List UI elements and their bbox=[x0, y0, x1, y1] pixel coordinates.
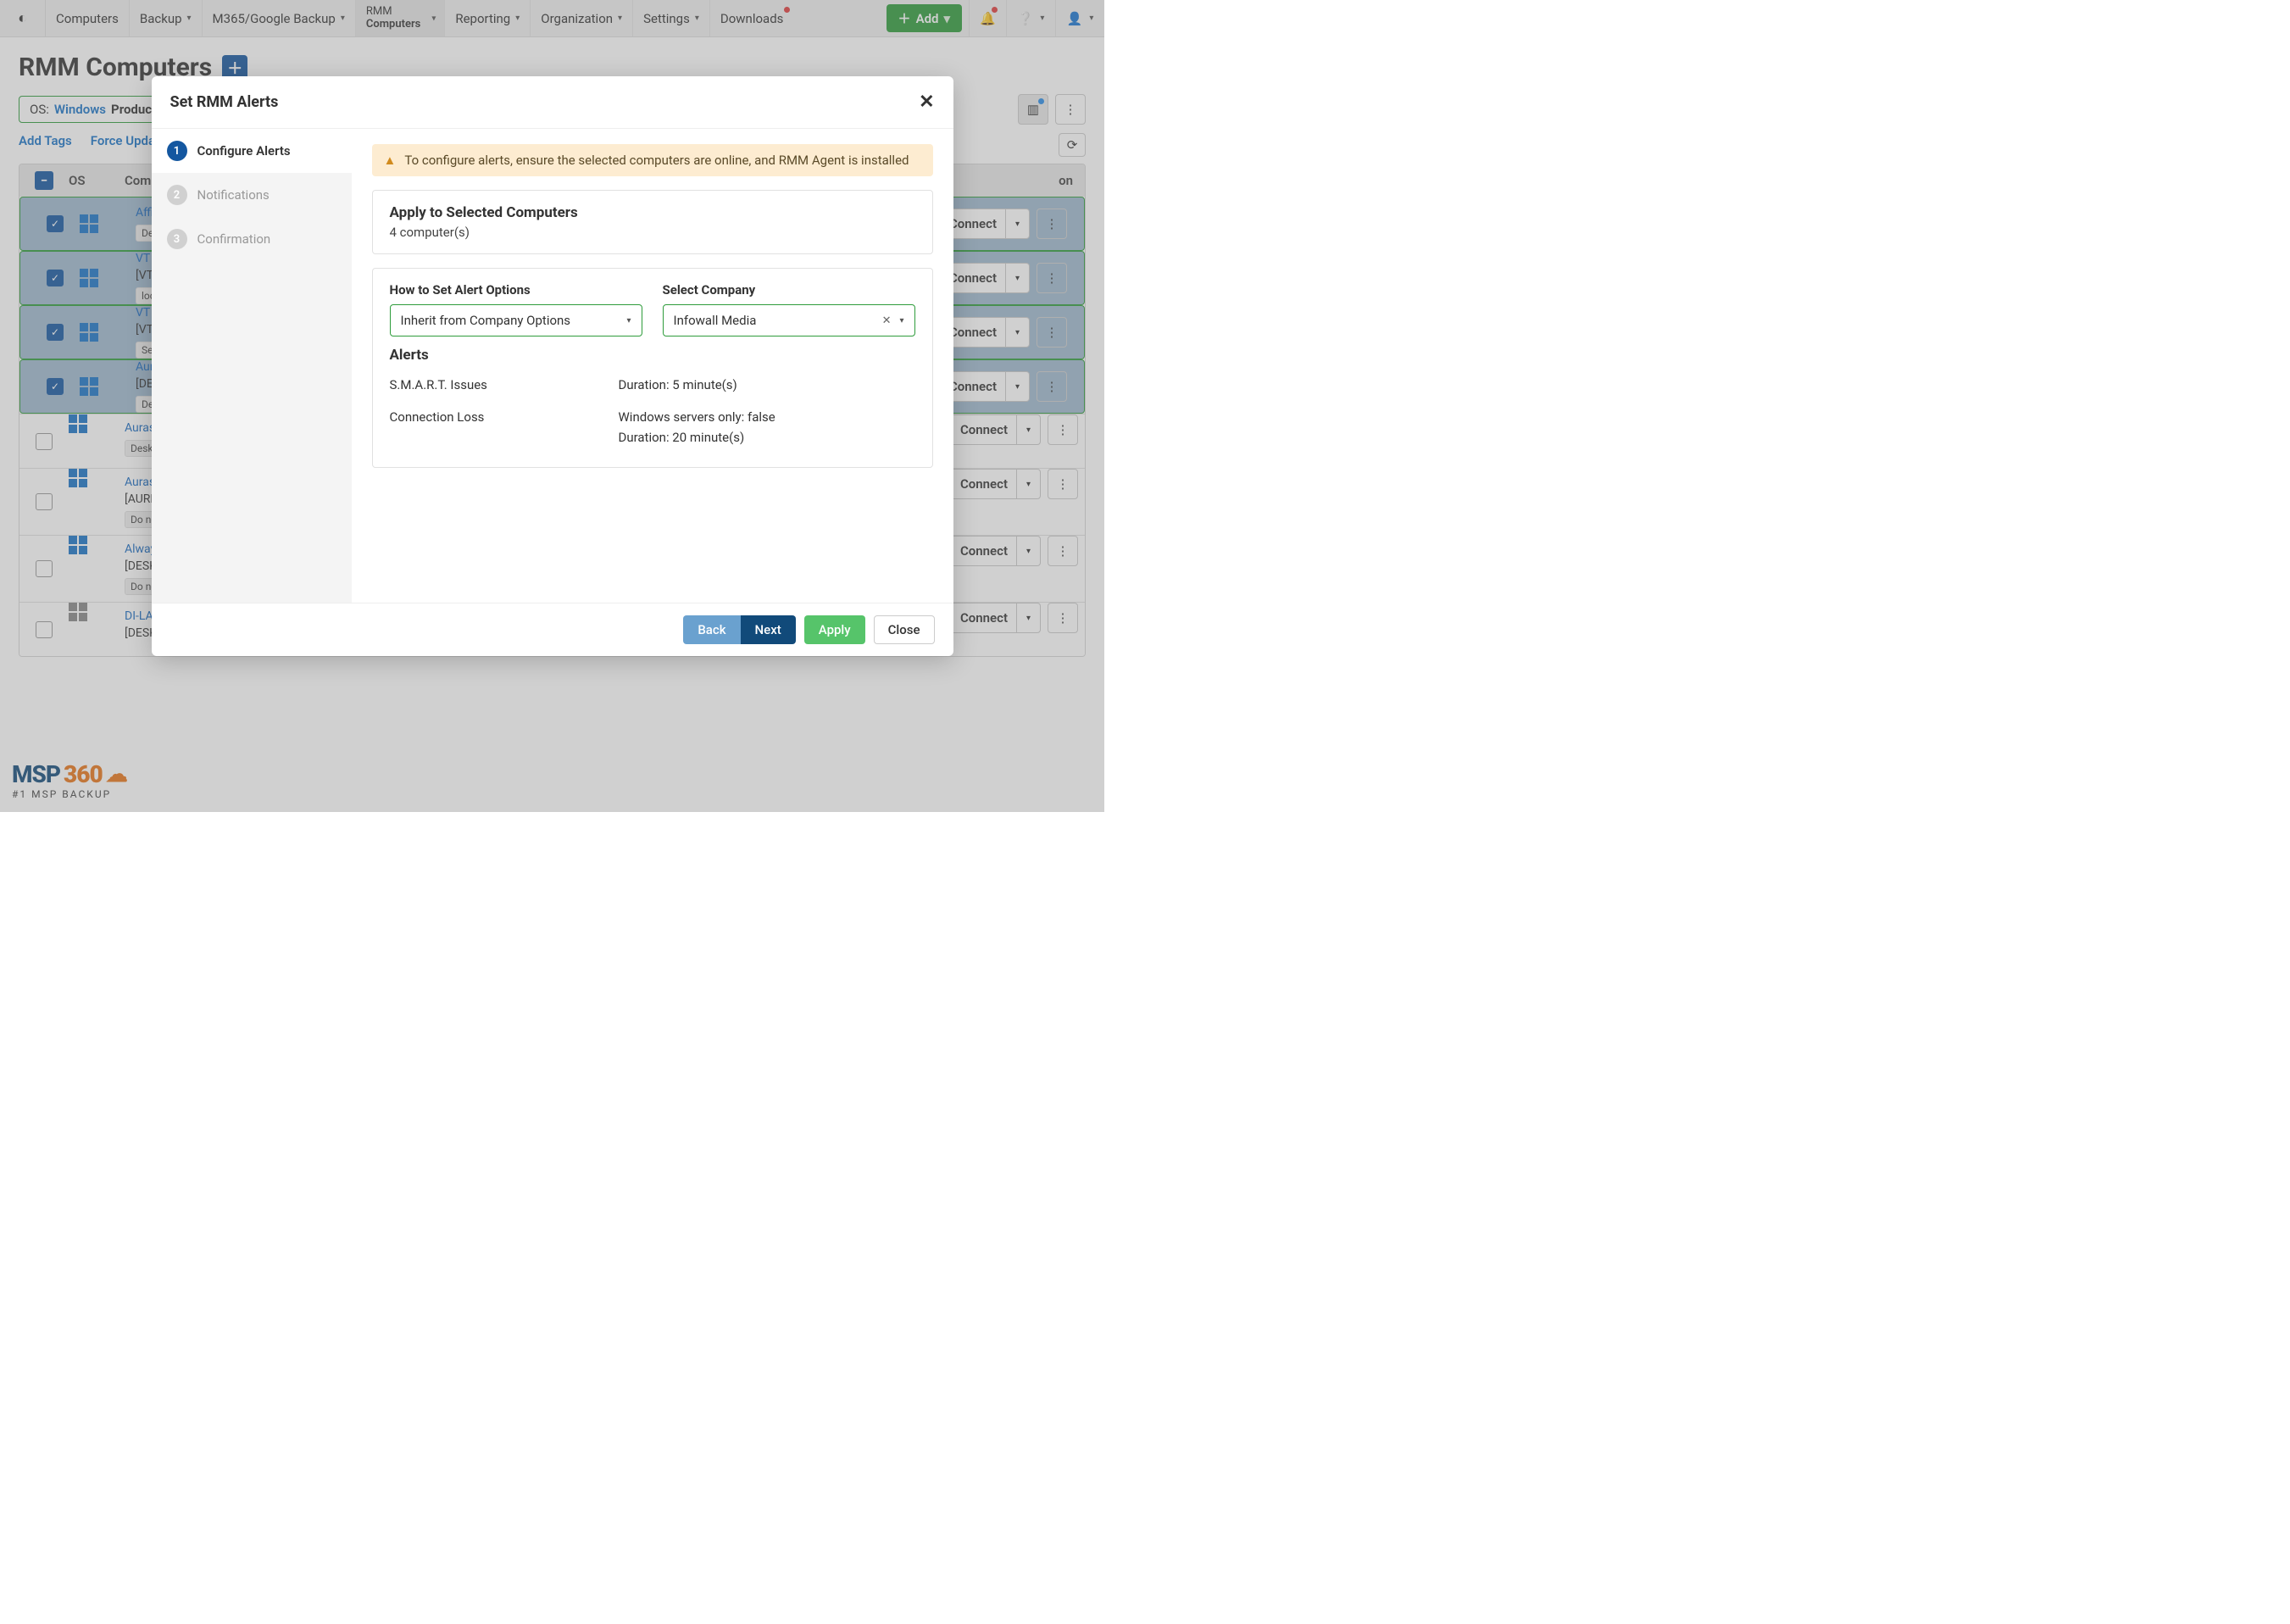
close-button[interactable]: Close bbox=[874, 615, 935, 644]
company-select[interactable]: Infowall Media ✕ ▾ bbox=[663, 304, 915, 336]
set-rmm-alerts-modal: Set RMM Alerts ✕ 1Configure Alerts 2Noti… bbox=[152, 76, 953, 656]
chevron-down-icon: ▾ bbox=[626, 316, 631, 325]
alert-row: S.M.A.R.T. IssuesDuration: 5 minute(s) bbox=[390, 369, 915, 401]
how-select[interactable]: Inherit from Company Options▾ bbox=[390, 304, 642, 336]
warning-banner: ▲ To configure alerts, ensure the select… bbox=[372, 144, 933, 176]
chevron-down-icon: ▾ bbox=[899, 316, 903, 325]
how-label: How to Set Alert Options bbox=[390, 282, 642, 298]
alert-name: S.M.A.R.T. Issues bbox=[390, 377, 619, 392]
alert-detail: Duration: 5 minute(s) bbox=[619, 377, 915, 392]
clear-icon[interactable]: ✕ bbox=[882, 314, 892, 327]
alert-detail: Windows servers only: false bbox=[619, 409, 915, 425]
alert-name: Connection Loss bbox=[390, 409, 619, 445]
modal-title: Set RMM Alerts bbox=[170, 93, 279, 111]
warning-icon: ▲ bbox=[384, 153, 397, 168]
alerts-heading: Alerts bbox=[390, 347, 915, 364]
close-icon[interactable]: ✕ bbox=[919, 92, 934, 113]
step-confirmation[interactable]: 3Confirmation bbox=[152, 217, 352, 261]
step-notifications[interactable]: 2Notifications bbox=[152, 173, 352, 217]
apply-panel: Apply to Selected Computers 4 computer(s… bbox=[372, 190, 933, 254]
alert-detail: Duration: 20 minute(s) bbox=[619, 430, 915, 445]
alert-row: Connection LossWindows servers only: fal… bbox=[390, 401, 915, 453]
modal-overlay: Set RMM Alerts ✕ 1Configure Alerts 2Noti… bbox=[0, 0, 1104, 812]
company-label: Select Company bbox=[663, 282, 915, 298]
step-configure-alerts[interactable]: 1Configure Alerts bbox=[152, 129, 353, 173]
apply-button[interactable]: Apply bbox=[804, 615, 865, 644]
back-button[interactable]: Back bbox=[683, 615, 740, 644]
next-button[interactable]: Next bbox=[741, 615, 796, 644]
wizard-steps: 1Configure Alerts 2Notifications 3Confir… bbox=[152, 129, 352, 603]
config-panel: How to Set Alert Options Inherit from Co… bbox=[372, 268, 933, 468]
